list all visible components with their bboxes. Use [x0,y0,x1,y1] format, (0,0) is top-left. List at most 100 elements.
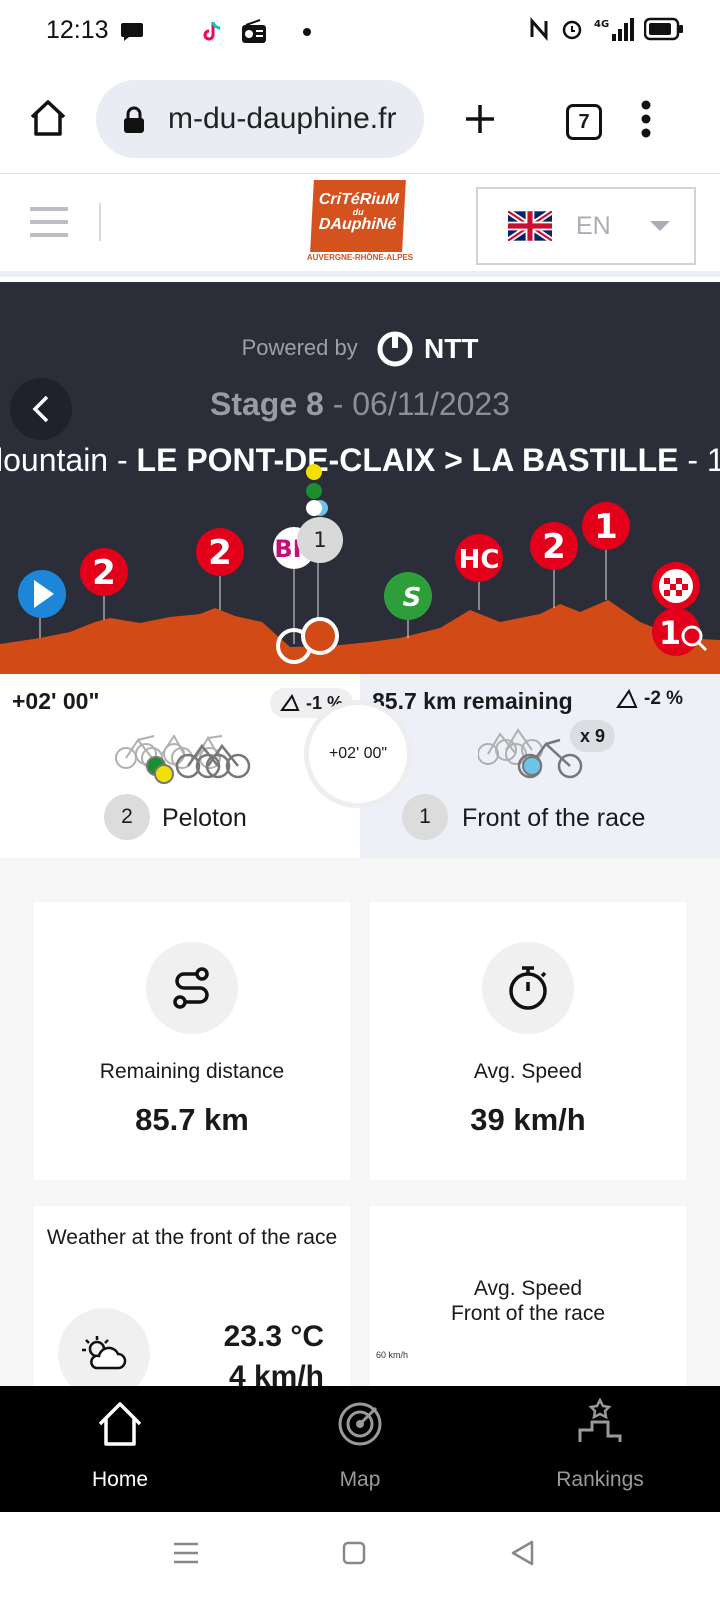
peloton-rank: 2 [104,794,150,840]
more-options-icon[interactable] [640,100,652,138]
group-marker-label: 1 [313,528,326,552]
battery-icon [644,17,683,41]
jersey-dots [306,464,328,516]
speed-axis-tick: 60 km/h [376,1350,409,1360]
kom-marker-cat1[interactable]: 1 [582,502,630,550]
gap-indicator: +02' 00" [304,700,412,808]
podium-icon [578,1398,622,1442]
avg-speed-value: 39 km/h [470,1102,586,1137]
front-rank: 1 [402,794,448,840]
front-rider-count: x 9 [570,720,616,752]
nav-map[interactable]: Map [240,1386,480,1512]
nav-home-label: Home [91,1468,149,1491]
header-divider [99,203,101,241]
radar-icon [338,1402,382,1446]
site-logo[interactable]: CriTéRiuM du DAuphiNé [310,180,406,252]
nav-map-label: Map [339,1468,381,1491]
front-speed-title-line2: Front of the race [450,1302,606,1325]
address-bar[interactable]: m-du-dauphine.fr [96,80,424,158]
stage-profile: 2 2 BI 1 S HC 2 1 1 [0,464,720,674]
partly-cloudy-icon [82,1336,127,1370]
logo-line3: DAuphiNé [318,216,397,233]
chevron-down-icon [649,221,670,231]
weather-temp: 23.3 °C [223,1320,324,1353]
language-selector[interactable]: EN [476,187,696,265]
weather-card: Weather at the front of the race 23.3 °C… [34,1206,350,1406]
front-speed-title: Avg. Speed Front of the race [370,1276,686,1326]
site-header: CriTéRiuM du DAuphiNé AUVERGNE-RHÔNE-ALP… [0,175,720,277]
finish-flag-marker[interactable] [652,562,700,610]
group-marker[interactable]: 1 [297,517,343,563]
sprint-marker-label: S [403,583,422,613]
system-back-icon[interactable] [510,1540,534,1566]
svg-text:4G: 4G [594,19,609,30]
route-icon-circle [146,942,238,1034]
stopwatch-icon-circle [482,942,574,1034]
route-icon [173,967,209,1009]
stopwatch-icon [509,966,547,1010]
logo-line1: CriTéRiuM [318,191,400,208]
kom-marker-hc-label: HC [459,545,500,575]
recents-icon[interactable] [174,1542,198,1564]
front-gradient: -2 % [644,688,684,709]
avg-speed-card: Avg. Speed 39 km/h [370,902,686,1180]
lock-icon[interactable] [122,106,146,134]
status-bar: 12:13 4G [0,0,720,64]
chat-icon [121,23,143,41]
alarm-icon [562,20,582,40]
kom-marker-cat2-c[interactable]: 2 [530,522,578,570]
logo-subtitle: AUVERGNE-RHÔNE-ALPES [306,253,414,262]
front-name: Front of the race [462,804,646,832]
system-home-icon[interactable] [342,1541,366,1565]
remaining-distance-label: Remaining distance [99,1060,285,1083]
notification-icons [120,18,312,46]
nav-home[interactable]: Home [0,1386,240,1512]
kom-marker-cat2-a-label: 2 [92,553,116,593]
front-speed-title-line1: Avg. Speed [473,1277,583,1300]
sprint-marker[interactable]: S [384,572,432,620]
dot-icon [303,28,311,36]
home-icon[interactable] [28,98,68,138]
nav-rankings-label: Rankings [556,1468,644,1491]
kom-marker-cat2-c-label: 2 [542,527,566,567]
front-speed-chart-card: Avg. Speed Front of the race 60 km/h [370,1206,686,1406]
menu-icon[interactable] [30,205,68,239]
kom-marker-cat2-a[interactable]: 2 [80,548,128,596]
home-icon [98,1402,142,1446]
status-time: 12:13 [46,16,109,44]
front-group-card[interactable]: 85.7 km remaining -2 % x 9 1 Front of th… [360,674,720,858]
system-navigation-bar [0,1512,720,1600]
signal-icon: 4G [594,18,634,41]
peloton-name: Peloton [162,804,247,832]
uk-flag-icon [508,211,552,241]
nav-rankings[interactable]: Rankings [480,1386,720,1512]
radio-icon [242,19,266,43]
nfc-icon [530,17,548,41]
url-text[interactable]: m-du-dauphine.fr [168,102,396,136]
tiktok-icon [203,21,221,41]
browser-toolbar: m-du-dauphine.fr 7 [0,64,720,174]
remaining-distance-card: Remaining distance 85.7 km [34,902,350,1180]
start-marker[interactable] [18,570,66,618]
gradient-icon [280,694,300,711]
tab-switcher-button[interactable]: 7 [566,104,602,140]
remaining-distance-value: 85.7 km [135,1102,249,1137]
kom-marker-cat2-b[interactable]: 2 [196,528,244,576]
kom-marker-cat2-b-label: 2 [208,533,232,573]
elevation-profile [0,600,720,674]
peloton-riders-icon [115,734,251,784]
race-groups: +02' 00" -1 % 2 Peloton 85.7 km remainin… [0,674,720,858]
system-status-icons: 4G [528,16,684,42]
weather-label: Weather at the front of the race [46,1226,338,1249]
stats-area: Remaining distance 85.7 km Avg. Speed 39… [0,858,720,1406]
bottom-navigation: Home Map Rankings [0,1386,720,1512]
kom-marker-hc[interactable]: HC [455,534,503,582]
avg-speed-label: Avg. Speed [473,1060,583,1083]
front-gradient-badge: -2 % [616,688,683,710]
language-code: EN [576,211,611,240]
new-tab-icon[interactable] [462,101,498,137]
finish-kom-marker-label: 1 [659,614,681,652]
peloton-gap: +02' 00" [12,688,100,714]
stage-panel: Powered by NTT Stage 8 - 06/11/2023 loun… [0,282,720,674]
gradient-icon [616,689,638,708]
